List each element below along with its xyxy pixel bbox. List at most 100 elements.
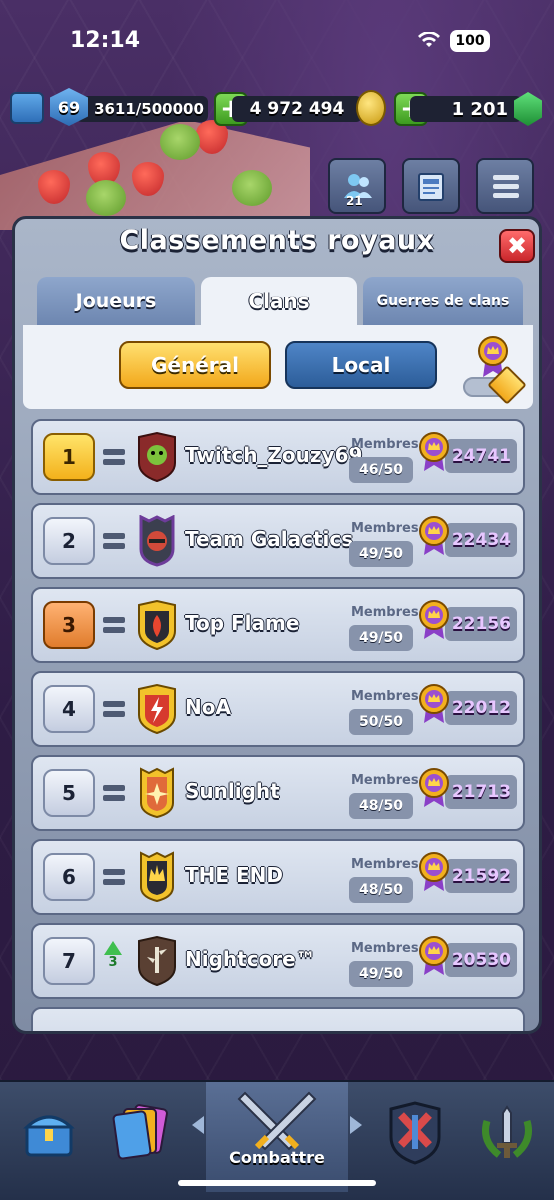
rank-badge: 6 xyxy=(43,853,95,901)
clan-name: THE END xyxy=(185,863,284,887)
trophy-crown-icon xyxy=(419,432,449,471)
rank-badge: 5 xyxy=(43,769,95,817)
panel-title: Classements royaux xyxy=(119,225,435,256)
members-count: 48/50 xyxy=(349,877,413,903)
goblin-decoration xyxy=(160,124,200,160)
rank-up-indicator: 3 xyxy=(103,941,123,981)
friends-count: 21 xyxy=(346,194,363,208)
trophy-crown-icon xyxy=(419,600,449,639)
nav-right-arrow-icon[interactable] xyxy=(350,1116,362,1134)
clan-badge-icon xyxy=(138,935,176,987)
rank-badge: 2 xyxy=(43,517,95,565)
members-label: Membres xyxy=(351,521,419,536)
filter-bar: Général Local xyxy=(23,325,533,409)
members-label: Membres xyxy=(351,437,419,452)
clan-trophies: 21713 xyxy=(445,775,517,809)
gold-coin-icon xyxy=(356,90,386,126)
clan-trophies: 24741 xyxy=(445,439,517,473)
clan-badge-icon xyxy=(138,431,176,483)
nav-battle-label: Combattre xyxy=(229,1148,325,1167)
rank-badge: 1 xyxy=(43,433,95,481)
clan-row[interactable]: 2 Team Galactics Membres 49/50 22434 xyxy=(31,503,525,579)
rank-unchanged-icon xyxy=(103,531,125,551)
clan-row[interactable]: 7 3 Nightcore™ Membres 49/50 20530 xyxy=(31,923,525,999)
battery-indicator: 100 xyxy=(450,30,490,52)
clan-name: Top Flame xyxy=(185,611,300,635)
gold-counter: 4 972 494 xyxy=(232,96,362,122)
clan-trophies: 22012 xyxy=(445,691,517,725)
members-label: Membres xyxy=(351,941,419,956)
clan-trophies: 20530 xyxy=(445,943,517,977)
nav-battle[interactable] xyxy=(206,1082,348,1192)
gems-counter: 1 201 xyxy=(410,96,522,122)
league-toggle[interactable] xyxy=(463,365,527,405)
clan-row[interactable]: 1 Twitch_Zouzy69 Membres 46/50 24741 xyxy=(31,419,525,495)
king-crown-icon[interactable] xyxy=(10,92,44,124)
tab-clans[interactable]: Clans xyxy=(201,277,357,325)
clan-list[interactable]: 1 Twitch_Zouzy69 Membres 46/50 24741 2 T… xyxy=(23,415,533,1031)
rank-badge: 7 xyxy=(43,937,95,985)
status-bar: 12:14 100 xyxy=(0,0,554,80)
menu-icon xyxy=(493,175,519,198)
members-count: 50/50 xyxy=(349,709,413,735)
clan-name: Nightcore™ xyxy=(185,947,316,971)
news-icon xyxy=(418,173,444,201)
goblin-decoration xyxy=(232,170,272,206)
close-button[interactable]: ✖ xyxy=(499,229,535,263)
clan-row[interactable]: 3 Top Flame Membres 49/50 22156 xyxy=(31,587,525,663)
clan-row[interactable]: 4 NoA Membres 50/50 22012 xyxy=(31,671,525,747)
crossed-swords-icon xyxy=(237,1091,317,1151)
nav-left-arrow-icon[interactable] xyxy=(192,1116,204,1134)
rank-change-value: 3 xyxy=(108,955,118,970)
clan-row[interactable]: 6 THE END Membres 48/50 21592 xyxy=(31,839,525,915)
clan-trophies: 21592 xyxy=(445,859,517,893)
rank-unchanged-icon xyxy=(103,447,125,467)
clan-name: Team Galactics xyxy=(185,527,354,551)
xp-progress: 3611/500000 xyxy=(76,96,208,122)
members-label: Membres xyxy=(351,605,419,620)
rank-unchanged-icon xyxy=(103,783,125,803)
menu-button[interactable] xyxy=(476,158,534,214)
members-count: 49/50 xyxy=(349,961,413,987)
rank-badge: 4 xyxy=(43,685,95,733)
clan-badge-icon xyxy=(140,767,174,819)
members-label: Membres xyxy=(351,773,419,788)
clan-name: NoA xyxy=(185,695,231,719)
friends-button[interactable]: 21 xyxy=(328,158,386,214)
local-filter-button[interactable]: Local xyxy=(285,341,437,389)
trophy-crown-icon xyxy=(419,684,449,723)
news-button[interactable] xyxy=(402,158,460,214)
trophy-crown-icon xyxy=(419,516,449,555)
clan-name: Twitch_Zouzy69 xyxy=(185,443,363,467)
clan-trophies: 22156 xyxy=(445,607,517,641)
tab-clan-wars[interactable]: Guerres de clans xyxy=(363,277,523,325)
members-count: 48/50 xyxy=(349,793,413,819)
tab-players[interactable]: Joueurs xyxy=(37,277,195,325)
members-label: Membres xyxy=(351,857,419,872)
rank-unchanged-icon xyxy=(103,867,125,887)
clan-badge-icon xyxy=(138,683,176,735)
trophy-crown-icon xyxy=(419,768,449,807)
clan-row[interactable]: 5 Sunlight Membres 48/50 21713 xyxy=(31,755,525,831)
goblin-decoration xyxy=(86,180,126,216)
clan-row[interactable] xyxy=(31,1007,525,1031)
members-count: 46/50 xyxy=(349,457,413,483)
rank-up-icon xyxy=(104,941,122,955)
rank-badge: 3 xyxy=(43,601,95,649)
members-count: 49/50 xyxy=(349,625,413,651)
clan-name: Sunlight xyxy=(185,779,280,803)
members-label: Membres xyxy=(351,689,419,704)
status-time: 12:14 xyxy=(70,28,141,53)
rank-unchanged-icon xyxy=(103,615,125,635)
wifi-icon xyxy=(418,32,440,47)
clan-trophies: 22434 xyxy=(445,523,517,557)
leaderboard-panel: Classements royaux ✖ Joueurs Clans Guerr… xyxy=(12,216,542,1034)
home-indicator[interactable] xyxy=(178,1180,376,1186)
clan-badge-icon xyxy=(138,599,176,651)
general-filter-button[interactable]: Général xyxy=(119,341,271,389)
xp-text: 3611/500000 xyxy=(94,100,204,118)
rank-unchanged-icon xyxy=(103,699,125,719)
clan-badge-icon xyxy=(140,851,174,903)
members-count: 49/50 xyxy=(349,541,413,567)
trophy-crown-icon xyxy=(419,852,449,891)
